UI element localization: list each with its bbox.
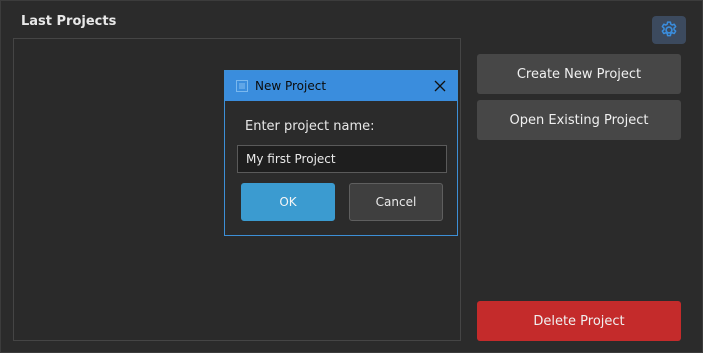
close-icon[interactable]: [429, 75, 451, 97]
main-window: Last Projects Create New Project Open Ex…: [0, 0, 703, 353]
delete-project-button[interactable]: Delete Project: [477, 301, 681, 341]
section-title: Last Projects: [21, 14, 117, 29]
dialog-title: New Project: [255, 79, 327, 93]
dialog-titlebar[interactable]: New Project: [225, 71, 457, 101]
open-existing-project-button[interactable]: Open Existing Project: [477, 100, 681, 140]
app-icon: [236, 80, 248, 92]
create-new-project-button[interactable]: Create New Project: [477, 54, 681, 94]
settings-button[interactable]: [652, 16, 686, 44]
gear-icon: [661, 21, 677, 37]
cancel-button[interactable]: Cancel: [349, 183, 443, 221]
ok-button[interactable]: OK: [241, 183, 335, 221]
new-project-dialog: New Project Enter project name: OK Cance…: [224, 70, 458, 236]
project-name-input[interactable]: [237, 145, 447, 173]
project-name-label: Enter project name:: [245, 119, 375, 134]
